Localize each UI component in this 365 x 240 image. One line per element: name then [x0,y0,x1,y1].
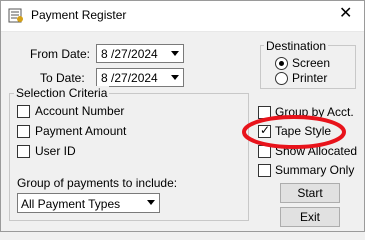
destination-title: Destination [264,39,329,53]
payment-amount-checkbox[interactable] [17,125,30,138]
window-title: Payment Register [31,8,127,22]
user-id-checkbox[interactable] [17,145,30,158]
to-date-label: To Date: [40,71,85,85]
summary-only-label: Summary Only [275,163,355,177]
app-icon [8,8,23,23]
to-date-picker[interactable]: 8 /27/2024 [96,68,184,87]
selection-criteria-title: Selection Criteria [14,86,110,100]
start-button[interactable]: Start [280,183,340,203]
account-number-label: Account Number [35,104,125,118]
close-icon[interactable]: ✕ [339,6,352,22]
exit-button[interactable]: Exit [280,207,340,227]
user-id-label: User ID [35,144,76,158]
payment-group-value: All Payment Types [21,197,121,211]
payment-amount-label: Payment Amount [35,124,127,138]
chevron-down-icon[interactable] [143,194,159,211]
summary-only-checkbox[interactable] [258,164,271,177]
from-date-label: From Date: [30,47,91,61]
show-allocated-checkbox[interactable] [258,145,271,158]
chevron-down-icon[interactable] [167,45,183,62]
screen-label: Screen [292,56,331,70]
printer-radio[interactable] [275,72,288,85]
radio-dot [279,61,284,66]
show-allocated-label: Show Allocated [275,144,358,158]
group-by-acct-checkbox[interactable] [258,106,271,119]
tape-style-label: Tape Style [275,124,332,138]
screen-radio[interactable] [275,57,288,70]
payment-group-label: Group of payments to include: [17,176,178,190]
account-number-checkbox[interactable] [17,105,30,118]
chevron-down-icon[interactable] [167,69,183,86]
from-date-picker[interactable]: 8 /27/2024 [96,44,184,63]
from-date-value: 8 /27/2024 [101,47,158,61]
to-date-value: 8 /27/2024 [101,71,158,85]
tape-style-checkbox[interactable]: ✓ [258,123,271,138]
printer-label: Printer [292,71,328,85]
group-by-acct-label: Group by Acct. [275,105,354,119]
check-icon: ✓ [260,123,271,137]
payment-group-select[interactable]: All Payment Types [17,193,160,213]
title-bar: Payment Register ✕ [0,0,365,32]
